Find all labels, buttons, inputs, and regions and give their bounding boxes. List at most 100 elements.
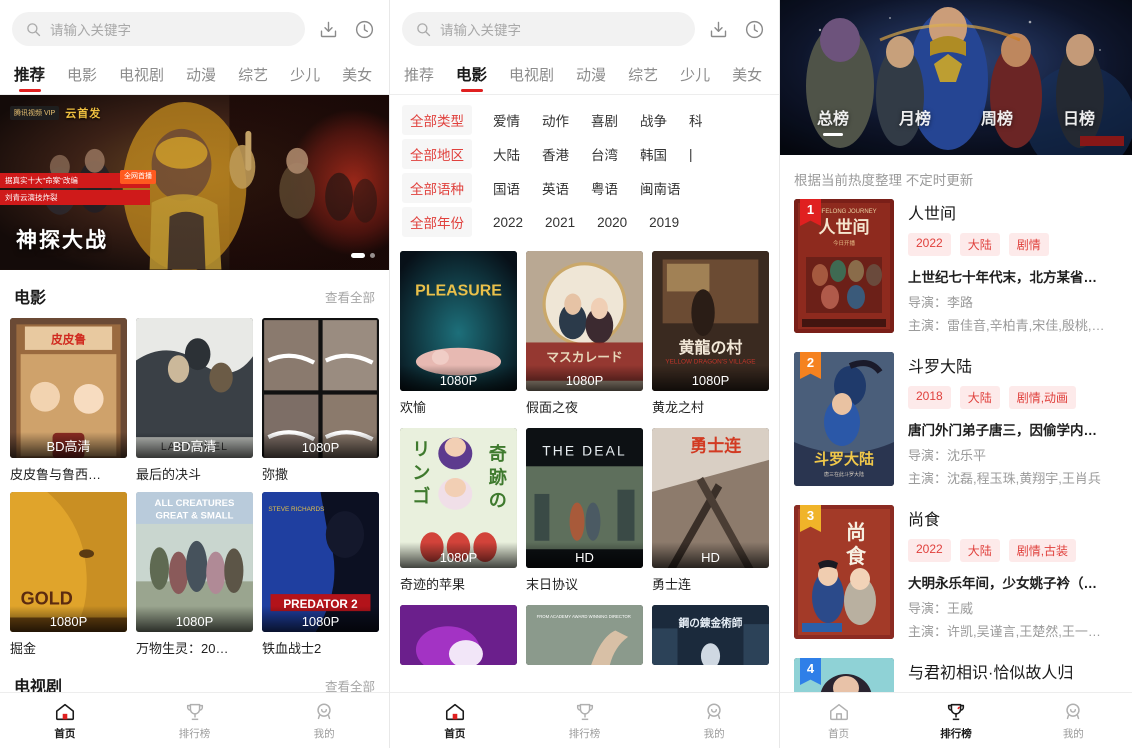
filter-option[interactable]: 科 (678, 105, 714, 135)
nav-item-home[interactable]: 首页 (0, 701, 130, 741)
filter-option[interactable]: 战争 (629, 105, 678, 135)
filter-key-type[interactable]: 全部类型 (402, 105, 472, 135)
ranking-title[interactable]: 与君初相识·恰似故人归 (908, 659, 1118, 683)
poster[interactable]: 尚 食 3 (794, 505, 894, 639)
tab-电影[interactable]: 电影 (67, 64, 97, 94)
poster[interactable]: 1080P (262, 318, 379, 458)
nav-item-home[interactable]: 首页 (390, 701, 520, 741)
bottom-nav[interactable]: 首页 排行榜 我的 (390, 692, 779, 748)
nav-item-rank[interactable]: 排行榜 (520, 701, 650, 741)
filter-option[interactable]: 英语 (531, 173, 580, 203)
history-icon[interactable] (351, 16, 377, 42)
nav-item-rank[interactable]: 排行榜 (130, 701, 260, 741)
nav-item-mine[interactable]: 我的 (649, 701, 779, 741)
filter-option[interactable]: 2022 (482, 210, 534, 235)
category-tabs[interactable]: 推荐 电影 电视剧 动漫 综艺 少儿 美女 (0, 54, 389, 94)
ranking-period-tabs[interactable]: 总榜 月榜 周榜 日榜 (780, 105, 1132, 136)
tab-少儿[interactable]: 少儿 (680, 64, 710, 94)
download-icon[interactable] (315, 16, 341, 42)
filter-key-region[interactable]: 全部地区 (402, 139, 472, 169)
ranking-row[interactable]: A LIFELONG JOURNEY 人世间 今日开播 1 人世间 2022 大… (794, 199, 1118, 338)
tab-综艺[interactable]: 综艺 (628, 64, 658, 94)
filter-option[interactable]: 动作 (531, 105, 580, 135)
rank-tab-周榜[interactable]: 周榜 (981, 105, 1013, 136)
hero-banner[interactable]: 腾讯视频 VIP 云首发 据真实十大"命案"改编 刘青云演技炸裂 全网首播 神探… (0, 95, 389, 270)
filter-option[interactable]: | (678, 142, 704, 167)
section-more-link[interactable]: 查看全部 (325, 287, 375, 306)
ranking-row[interactable]: 尚 食 3 尚食 2022 大陆 剧情,古装 大明永乐年间，少女姚子衿（… 导演… (794, 505, 1118, 644)
movie-card[interactable]: 皮皮鲁 BD高清 皮皮鲁与鲁西… (10, 318, 127, 483)
movie-card[interactable]: FROM ACADEMY AWARD WINNING DIRECTOR (526, 605, 643, 665)
poster[interactable]: GOLD 1080P (10, 492, 127, 632)
filter-option[interactable]: 粤语 (580, 173, 629, 203)
poster[interactable]: 黄龍の村 YELLOW DRAGON'S VILLAGE 1080P (652, 251, 769, 391)
movie-card[interactable]: GOLD 1080P 掘金 (10, 492, 127, 657)
poster[interactable]: 勇士连 HD (652, 428, 769, 568)
dot-2[interactable] (370, 253, 375, 258)
dot-active[interactable] (351, 253, 365, 258)
search-input[interactable]: 请输入关键字 (12, 12, 305, 46)
movie-card[interactable]: LAST DUEL BD高清 最后的决斗 (136, 318, 253, 483)
tab-推荐[interactable]: 推荐 (404, 64, 434, 94)
poster[interactable] (400, 605, 517, 665)
tab-动漫[interactable]: 动漫 (186, 64, 216, 94)
nav-item-rank[interactable]: 排行榜 (897, 701, 1014, 741)
nav-item-mine[interactable]: 我的 (259, 701, 389, 741)
ranking-row[interactable]: 斗罗大陆 唐三在此斗罗大陆 2 斗罗大陆 2018 大陆 剧情,动画 唐门外门弟… (794, 352, 1118, 491)
filter-option[interactable]: 香港 (531, 139, 580, 169)
tab-电视剧[interactable]: 电视剧 (509, 64, 554, 94)
tab-推荐[interactable]: 推荐 (14, 63, 45, 94)
filter-option[interactable]: 台湾 (580, 139, 629, 169)
filter-option[interactable]: 闽南语 (629, 173, 692, 203)
filter-option[interactable]: 2020 (586, 210, 638, 235)
tab-动漫[interactable]: 动漫 (576, 64, 606, 94)
rank-tab-日榜[interactable]: 日榜 (1063, 105, 1095, 136)
filter-key-year[interactable]: 全部年份 (402, 207, 472, 237)
poster[interactable]: PLEASURE 1080P (400, 251, 517, 391)
filter-option[interactable]: 2019 (638, 210, 690, 235)
bottom-nav[interactable]: 首页 排行榜 我的 (0, 692, 389, 748)
history-icon[interactable] (741, 16, 767, 42)
banner-pagination-dots[interactable] (351, 253, 375, 258)
poster[interactable]: THE DEAL HD (526, 428, 643, 568)
poster[interactable]: ALL CREATURES GREAT & SMALL 1080P (136, 492, 253, 632)
bottom-nav[interactable]: 首页 排行榜 我的 (780, 692, 1132, 748)
tab-电视剧[interactable]: 电视剧 (119, 64, 164, 94)
rank-tab-总榜[interactable]: 总榜 (817, 105, 849, 136)
ranking-title[interactable]: 人世间 (908, 200, 1118, 224)
poster[interactable]: STEVE RICHARDS PREDATOR 2 1080P (262, 492, 379, 632)
movie-card[interactable] (400, 605, 517, 665)
filter-key-language[interactable]: 全部语种 (402, 173, 472, 203)
tab-电影[interactable]: 电影 (456, 63, 487, 94)
nav-item-home[interactable]: 首页 (780, 701, 897, 741)
poster[interactable]: マスカレード 1080P (526, 251, 643, 391)
download-icon[interactable] (705, 16, 731, 42)
poster[interactable]: 奇 跡 の リ ン ゴ 1080P (400, 428, 517, 568)
rank-tab-月榜[interactable]: 月榜 (899, 105, 931, 136)
category-tabs[interactable]: 推荐 电影 电视剧 动漫 综艺 少儿 美女 (390, 54, 779, 94)
tab-美女[interactable]: 美女 (342, 64, 372, 94)
tab-综艺[interactable]: 综艺 (238, 64, 268, 94)
tab-少儿[interactable]: 少儿 (290, 64, 320, 94)
filter-option[interactable]: 喜剧 (580, 105, 629, 135)
movie-card[interactable]: THE DEAL HD 末日协议 (526, 428, 643, 593)
ranking-title[interactable]: 尚食 (908, 506, 1118, 530)
movie-card[interactable]: 黄龍の村 YELLOW DRAGON'S VILLAGE 1080P 黄龙之村 (652, 251, 769, 416)
nav-item-mine[interactable]: 我的 (1015, 701, 1132, 741)
poster[interactable]: FROM ACADEMY AWARD WINNING DIRECTOR (526, 605, 643, 665)
poster[interactable]: 皮皮鲁 BD高清 (10, 318, 127, 458)
filter-option[interactable]: 2021 (534, 210, 586, 235)
ranking-title[interactable]: 斗罗大陆 (908, 353, 1118, 377)
filter-option[interactable]: 韩国 (629, 139, 678, 169)
tab-美女[interactable]: 美女 (732, 64, 762, 94)
movie-card[interactable]: 奇 跡 の リ ン ゴ 1080P 奇迹的苹果 (400, 428, 517, 593)
poster[interactable]: 鋼の錬金術師 (652, 605, 769, 665)
filter-option[interactable]: 爱情 (482, 105, 531, 135)
poster[interactable]: 斗罗大陆 唐三在此斗罗大陆 2 (794, 352, 894, 486)
filter-option[interactable]: 国语 (482, 173, 531, 203)
movie-card[interactable]: 勇士连 HD 勇士连 (652, 428, 769, 593)
movie-card[interactable]: 鋼の錬金術師 (652, 605, 769, 665)
movie-card[interactable]: ALL CREATURES GREAT & SMALL 1080P 万物生灵：2… (136, 492, 253, 657)
poster[interactable]: A LIFELONG JOURNEY 人世间 今日开播 1 (794, 199, 894, 333)
movie-card[interactable]: 1080P 弥撒 (262, 318, 379, 483)
